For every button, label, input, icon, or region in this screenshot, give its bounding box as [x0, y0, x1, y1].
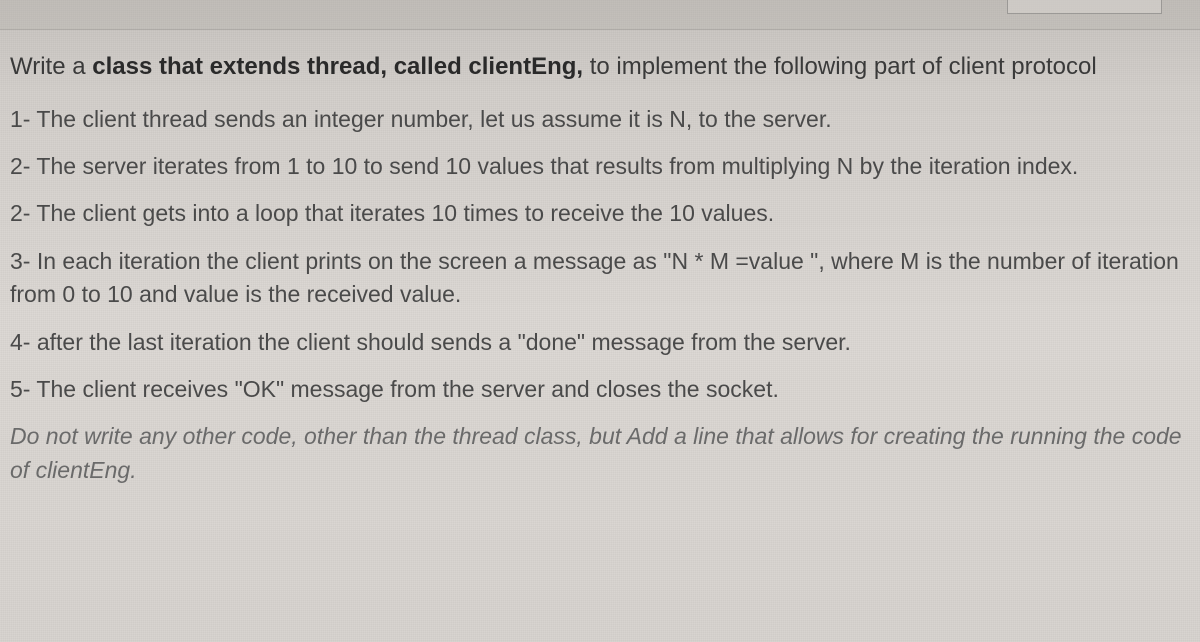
step-1: 1- The client thread sends an integer nu… [10, 103, 1190, 136]
footnote: Do not write any other code, other than … [10, 420, 1190, 487]
intro-bold: class that extends thread, called client… [92, 53, 583, 80]
document-content: Write a class that extends thread, calle… [10, 50, 1190, 487]
intro-suffix: to implement the following part of clien… [583, 53, 1097, 80]
intro-paragraph: Write a class that extends thread, calle… [10, 50, 1190, 85]
step-6: 5- The client receives "OK" message from… [10, 373, 1190, 406]
top-right-box [1007, 0, 1162, 14]
step-2: 2- The server iterates from 1 to 10 to s… [10, 150, 1190, 183]
step-4: 3- In each iteration the client prints o… [10, 245, 1190, 312]
intro-prefix: Write a [10, 53, 92, 80]
step-3: 2- The client gets into a loop that iter… [10, 197, 1190, 230]
step-5: 4- after the last iteration the client s… [10, 326, 1190, 359]
